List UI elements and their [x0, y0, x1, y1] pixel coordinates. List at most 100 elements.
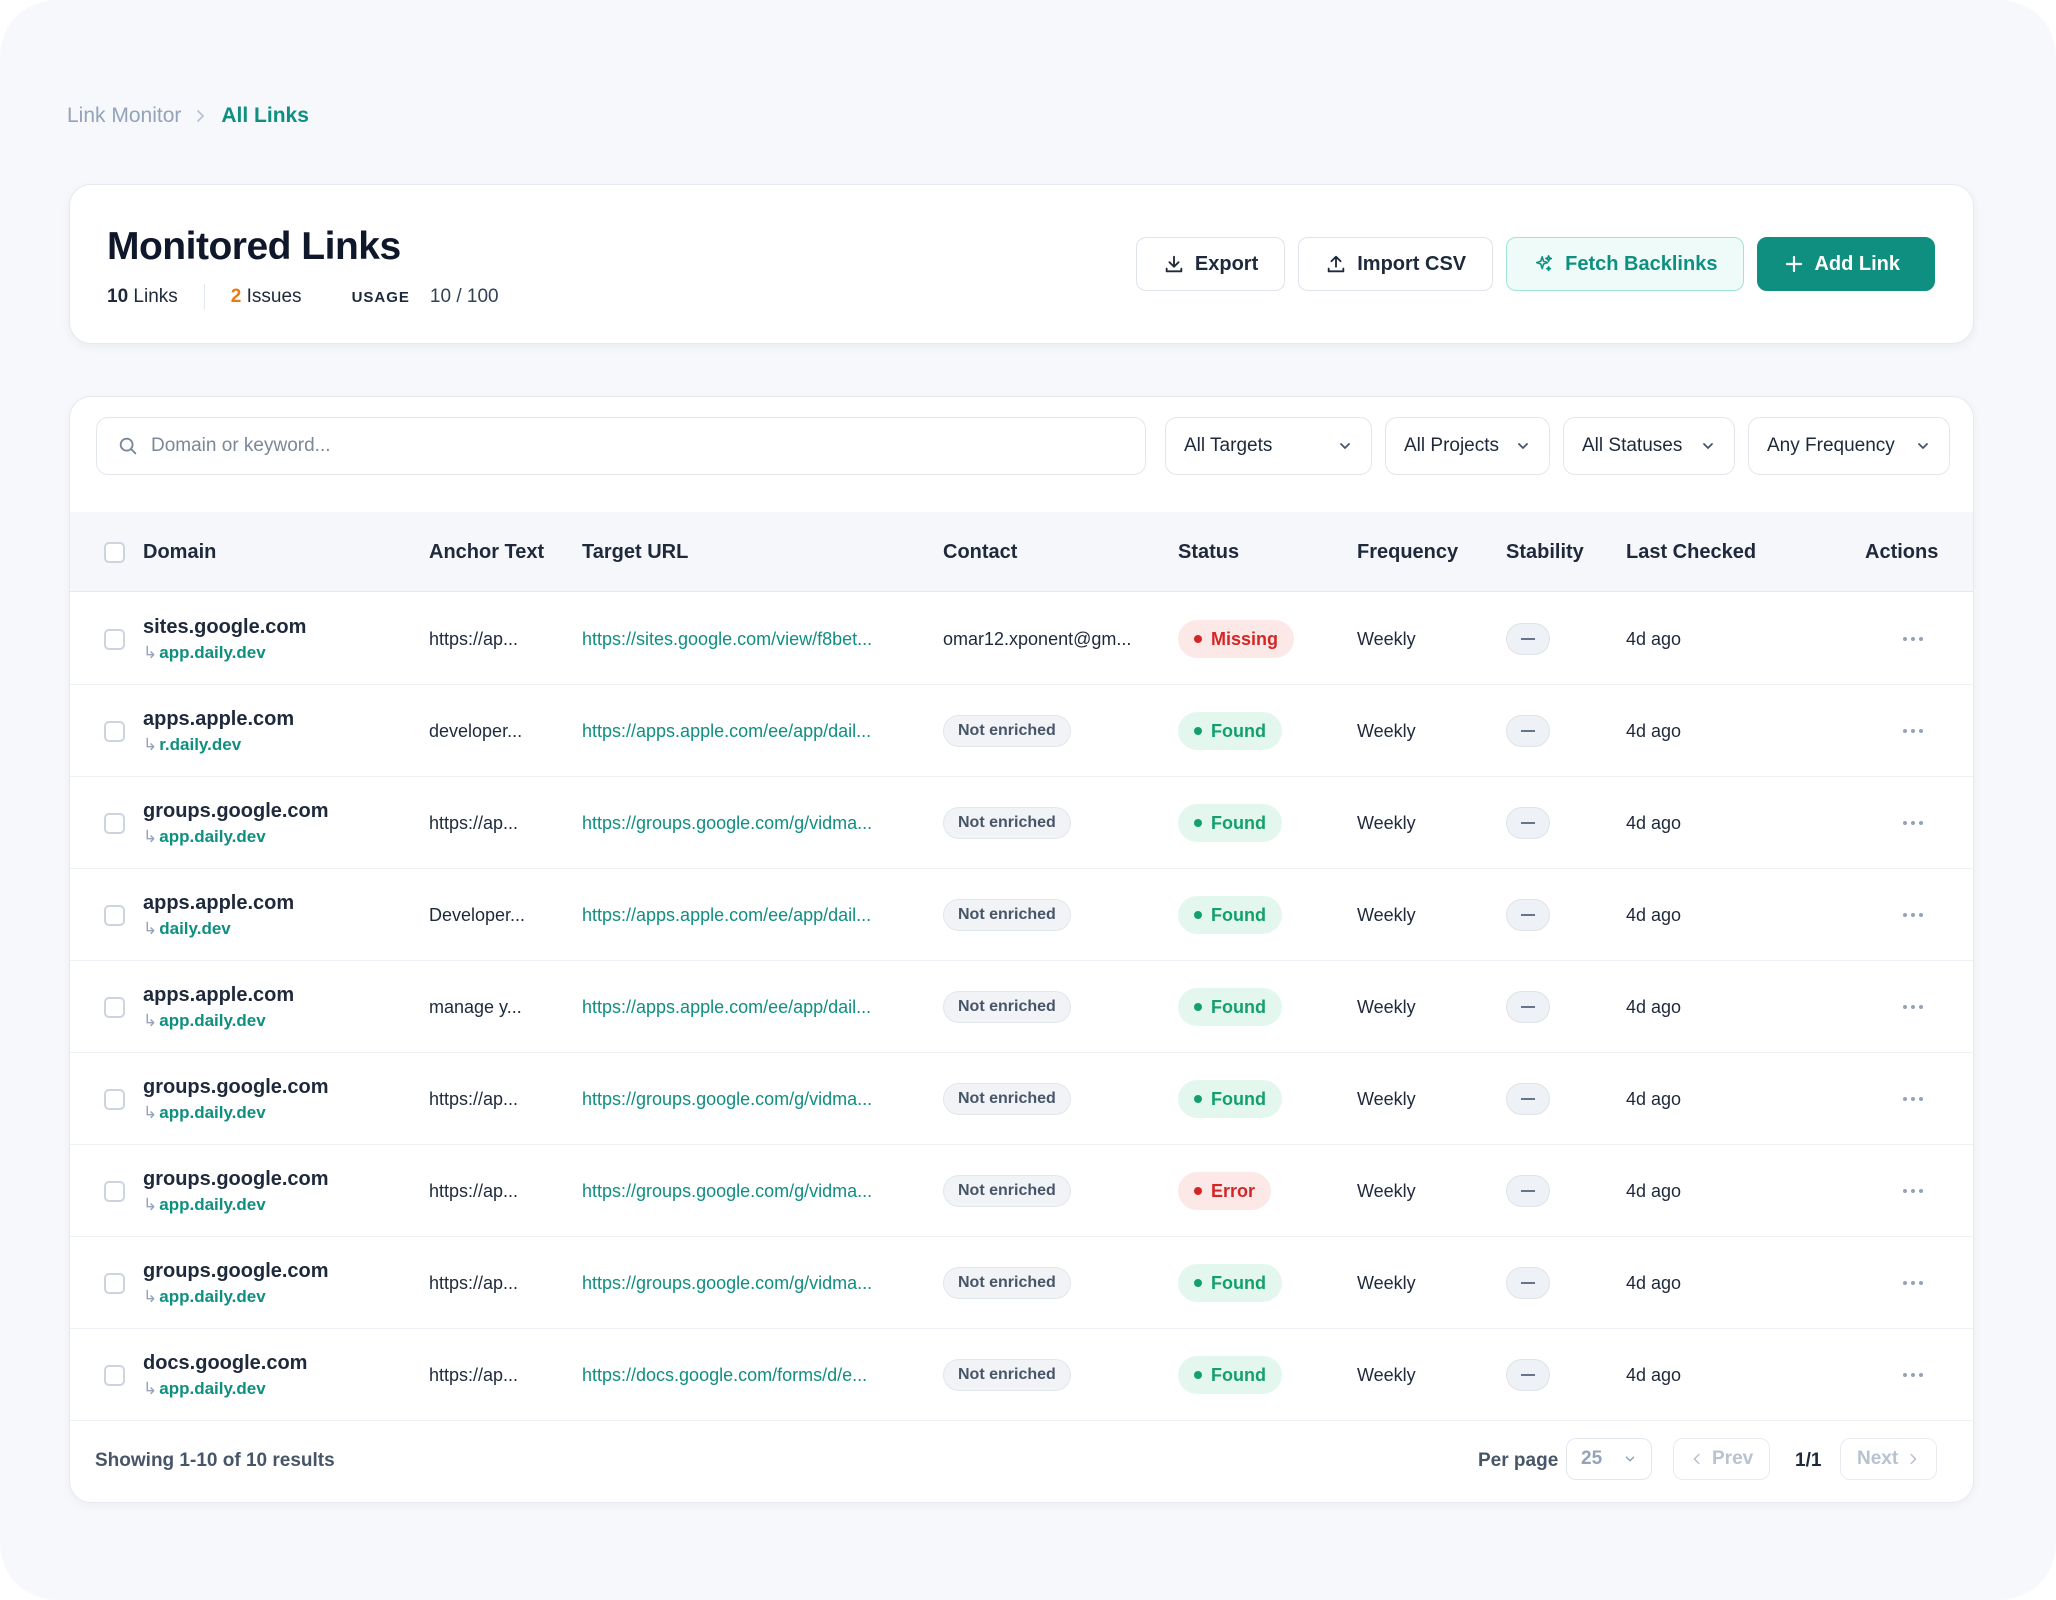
table-row[interactable]: apps.apple.com ↳ daily.dev Developer... h…: [70, 869, 1973, 961]
row-checkbox-cell[interactable]: [104, 1145, 125, 1237]
domain-name[interactable]: sites.google.com: [143, 616, 306, 639]
domain-cell[interactable]: apps.apple.com ↳ daily.dev: [143, 869, 294, 961]
row-checkbox[interactable]: [104, 1088, 125, 1110]
row-actions-button[interactable]: [1902, 1145, 1924, 1237]
domain-name[interactable]: docs.google.com: [143, 1352, 307, 1375]
domain-cell[interactable]: apps.apple.com ↳ app.daily.dev: [143, 961, 294, 1053]
domain-name[interactable]: groups.google.com: [143, 1076, 329, 1099]
row-checkbox[interactable]: [104, 628, 125, 650]
row-checkbox-cell[interactable]: [104, 869, 125, 961]
col-frequency[interactable]: Frequency: [1357, 512, 1458, 592]
domain-name[interactable]: groups.google.com: [143, 1260, 329, 1283]
col-status[interactable]: Status: [1178, 512, 1239, 592]
row-checkbox-cell[interactable]: [104, 1237, 125, 1329]
domain-name[interactable]: apps.apple.com: [143, 708, 294, 731]
row-checkbox[interactable]: [104, 720, 125, 742]
target-url-link[interactable]: https://groups.google.com/g/vidma...: [582, 1145, 872, 1237]
table-row[interactable]: groups.google.com ↳ app.daily.dev https:/…: [70, 1145, 1973, 1237]
col-anchor-text[interactable]: Anchor Text: [429, 512, 544, 592]
row-actions-button[interactable]: [1902, 685, 1924, 777]
table-row[interactable]: docs.google.com ↳ app.daily.dev https://a…: [70, 1329, 1973, 1421]
next-page-button[interactable]: Next: [1840, 1438, 1938, 1480]
row-checkbox-cell[interactable]: [104, 593, 125, 685]
filter-projects[interactable]: All Projects: [1385, 417, 1550, 475]
domain-cell[interactable]: groups.google.com ↳ app.daily.dev: [143, 777, 329, 869]
row-checkbox[interactable]: [104, 1272, 125, 1294]
col-last-checked[interactable]: Last Checked: [1626, 512, 1756, 592]
row-checkbox-cell[interactable]: [104, 685, 125, 777]
target-url-link[interactable]: https://docs.google.com/forms/d/e...: [582, 1329, 867, 1421]
stability-cell: [1506, 1329, 1550, 1421]
row-checkbox[interactable]: [104, 1364, 125, 1386]
domain-cell[interactable]: docs.google.com ↳ app.daily.dev: [143, 1329, 307, 1421]
row-checkbox[interactable]: [104, 904, 125, 926]
source-subdomain-text: app.daily.dev: [159, 1194, 266, 1214]
breadcrumb-link-monitor[interactable]: Link Monitor: [67, 104, 181, 128]
domain-cell[interactable]: groups.google.com ↳ app.daily.dev: [143, 1237, 329, 1329]
source-subdomain-text: r.daily.dev: [159, 734, 242, 754]
table-row[interactable]: groups.google.com ↳ app.daily.dev https:/…: [70, 777, 1973, 869]
col-domain[interactable]: Domain: [143, 512, 216, 592]
table-row[interactable]: sites.google.com ↳ app.daily.dev https://…: [70, 593, 1973, 685]
select-all-checkbox[interactable]: [104, 541, 125, 563]
target-url-link[interactable]: https://groups.google.com/g/vidma...: [582, 1237, 872, 1329]
domain-name[interactable]: groups.google.com: [143, 800, 329, 823]
domain-name[interactable]: apps.apple.com: [143, 984, 294, 1007]
row-actions-button[interactable]: [1902, 593, 1924, 685]
row-actions-button[interactable]: [1902, 869, 1924, 961]
target-url-link[interactable]: https://sites.google.com/view/f8bet...: [582, 593, 872, 685]
domain-cell[interactable]: groups.google.com ↳ app.daily.dev: [143, 1053, 329, 1145]
col-target-url[interactable]: Target URL: [582, 512, 688, 592]
target-url-link[interactable]: https://groups.google.com/g/vidma...: [582, 777, 872, 869]
table-row[interactable]: apps.apple.com ↳ r.daily.dev developer...…: [70, 685, 1973, 777]
row-actions-button[interactable]: [1902, 961, 1924, 1053]
status-dot: [1194, 635, 1202, 643]
select-all-checkbox-cell[interactable]: [104, 512, 125, 592]
row-checkbox-cell[interactable]: [104, 961, 125, 1053]
target-url-link[interactable]: https://groups.google.com/g/vidma...: [582, 1053, 872, 1145]
col-contact[interactable]: Contact: [943, 512, 1017, 592]
row-checkbox[interactable]: [104, 1180, 125, 1202]
row-actions-button[interactable]: [1902, 777, 1924, 869]
search-input[interactable]: [151, 435, 1051, 457]
row-actions-button[interactable]: [1902, 1237, 1924, 1329]
row-checkbox-cell[interactable]: [104, 1053, 125, 1145]
domain-name[interactable]: groups.google.com: [143, 1168, 329, 1191]
filter-statuses[interactable]: All Statuses: [1563, 417, 1735, 475]
filter-targets[interactable]: All Targets: [1165, 417, 1372, 475]
row-checkbox[interactable]: [104, 996, 125, 1018]
row-checkbox[interactable]: [104, 812, 125, 834]
filter-frequency[interactable]: Any Frequency: [1748, 417, 1950, 475]
stability-cell: [1506, 1053, 1550, 1145]
more-horizontal-icon: [1903, 1373, 1923, 1377]
dash-icon: [1521, 638, 1535, 640]
fetch-backlinks-button[interactable]: Fetch Backlinks: [1506, 237, 1745, 291]
table-row[interactable]: groups.google.com ↳ app.daily.dev https:/…: [70, 1053, 1973, 1145]
domain-cell[interactable]: apps.apple.com ↳ r.daily.dev: [143, 685, 294, 777]
row-actions-button[interactable]: [1902, 1053, 1924, 1145]
anchor-text-cell: https://ap...: [429, 628, 519, 649]
target-url-link[interactable]: https://apps.apple.com/ee/app/dail...: [582, 869, 871, 961]
add-link-button[interactable]: Add Link: [1757, 237, 1935, 291]
target-url-link[interactable]: https://apps.apple.com/ee/app/dail...: [582, 685, 871, 777]
domain-name[interactable]: apps.apple.com: [143, 892, 294, 915]
domain-cell[interactable]: sites.google.com ↳ app.daily.dev: [143, 593, 306, 685]
table-row[interactable]: groups.google.com ↳ app.daily.dev https:/…: [70, 1237, 1973, 1329]
stability-cell: [1506, 777, 1550, 869]
per-page-select[interactable]: 25: [1566, 1438, 1652, 1480]
target-url-link[interactable]: https://apps.apple.com/ee/app/dail...: [582, 961, 871, 1053]
export-button[interactable]: Export: [1135, 237, 1286, 291]
row-actions-button[interactable]: [1902, 1329, 1924, 1421]
import-csv-button[interactable]: Import CSV: [1298, 237, 1494, 291]
row-checkbox-cell[interactable]: [104, 1329, 125, 1421]
prev-page-button[interactable]: Prev: [1673, 1438, 1771, 1480]
row-checkbox-cell[interactable]: [104, 777, 125, 869]
domain-cell[interactable]: groups.google.com ↳ app.daily.dev: [143, 1145, 329, 1237]
not-enriched-badge: Not enriched: [943, 991, 1071, 1023]
contact-cell: Not enriched: [943, 1237, 1071, 1329]
chevron-down-icon: [1918, 443, 1928, 449]
not-enriched-badge: Not enriched: [943, 1359, 1071, 1391]
col-stability[interactable]: Stability: [1506, 512, 1584, 592]
table-row[interactable]: apps.apple.com ↳ app.daily.dev manage y..…: [70, 961, 1973, 1053]
source-subdomain-text: app.daily.dev: [159, 1286, 266, 1306]
